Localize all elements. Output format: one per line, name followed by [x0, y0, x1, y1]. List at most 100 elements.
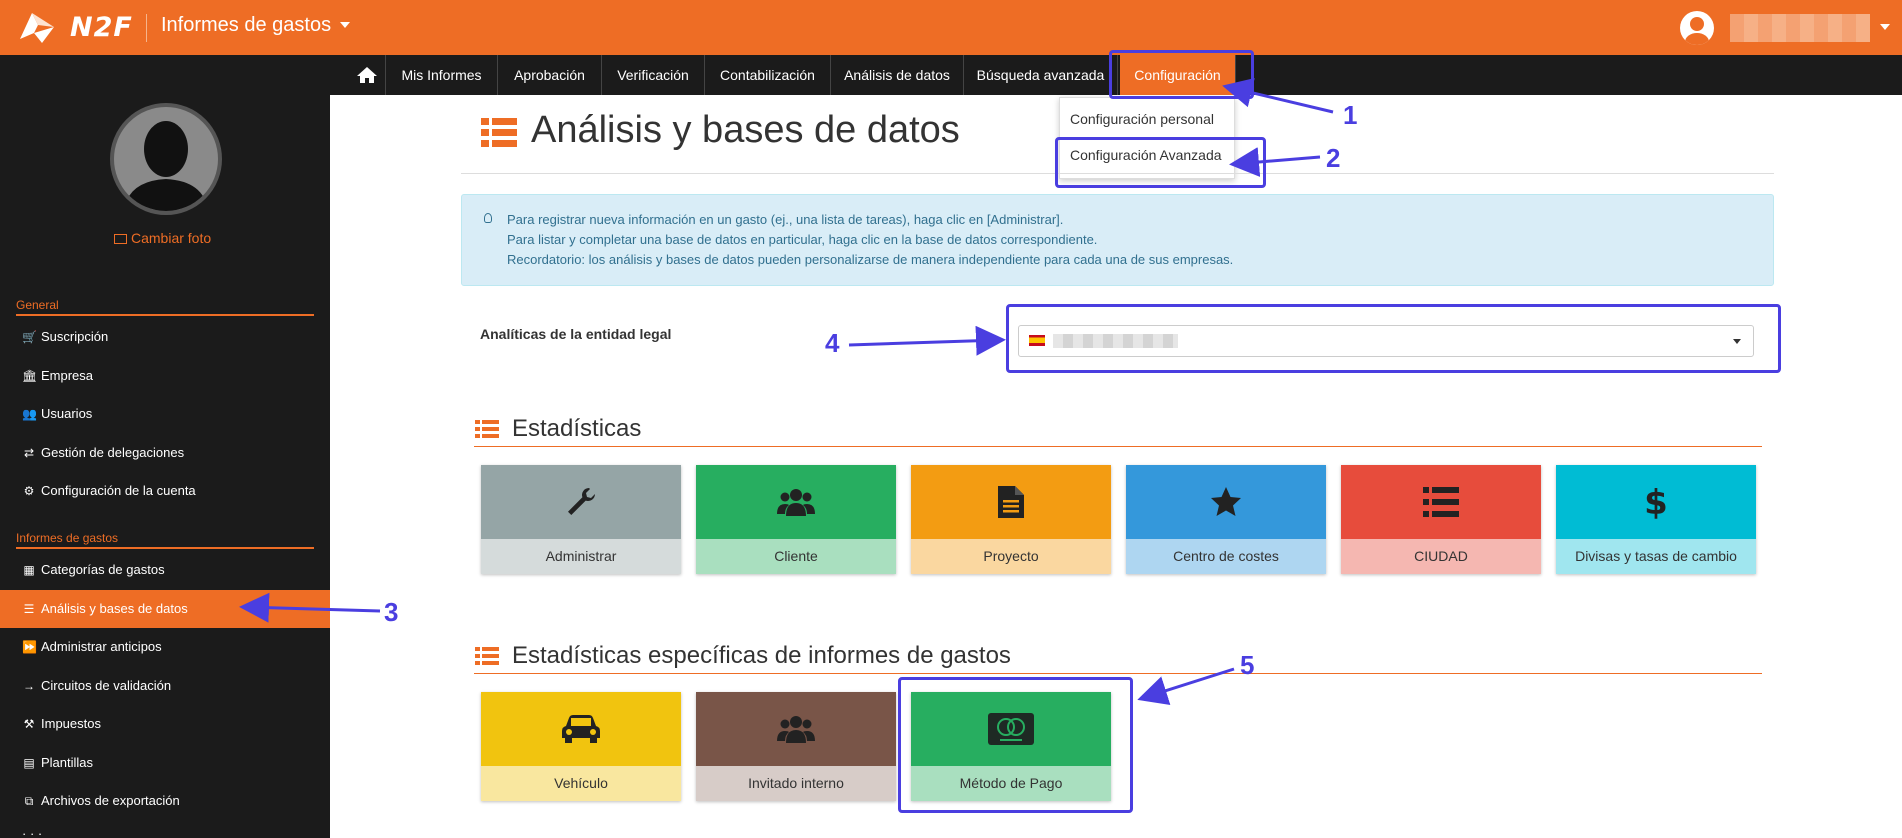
image-icon — [114, 234, 127, 244]
gavel-icon: ⚒ — [23, 717, 35, 731]
sidebar-item-label: Usuarios — [41, 406, 93, 421]
users-icon — [777, 716, 815, 743]
tile-administrar[interactable]: Administrar — [481, 465, 681, 574]
sidebar-item-plantillas[interactable]: ▤ Plantillas — [0, 744, 330, 782]
nav-aprobacion[interactable]: Aprobación — [498, 55, 602, 95]
sidebar-item-delegaciones[interactable]: ⇄ Gestión de delegaciones — [0, 434, 330, 472]
tile-centro-costes[interactable]: Centro de costes — [1126, 465, 1326, 574]
section-title-estadisticas: Estadísticas — [512, 415, 642, 442]
nav-mis-informes[interactable]: Mis Informes — [386, 55, 498, 95]
tile-vehiculo[interactable]: Vehículo — [481, 692, 681, 801]
app-title[interactable]: Informes de gastos — [161, 14, 331, 37]
sidebar-item-empresa[interactable]: 🏛 Empresa — [0, 357, 330, 395]
fast-forward-icon: ⏩ — [22, 640, 37, 654]
annotation-highlight-1 — [1109, 50, 1254, 99]
star-icon — [1211, 487, 1241, 516]
legal-entity-label: Analíticas de la entidad legal — [480, 326, 672, 342]
change-photo-link[interactable]: Cambiar foto — [114, 230, 211, 246]
tile-label: Centro de costes — [1126, 539, 1326, 574]
header-divider — [146, 14, 147, 42]
sidebar-item-cutoff[interactable]: · · · — [22, 826, 162, 838]
annotation-label-5: 5 — [1240, 650, 1255, 680]
nav-contabilizacion[interactable]: Contabilización — [705, 55, 831, 95]
sidebar-item-exportacion[interactable]: ⧉ Archivos de exportación — [0, 782, 330, 820]
user-name-redacted[interactable] — [1730, 14, 1870, 42]
tile-ciudad[interactable]: CIUDAD — [1341, 465, 1541, 574]
document-icon — [998, 486, 1024, 518]
sidebar-item-label: Análisis y bases de datos — [41, 601, 188, 616]
logo-text: N2F — [70, 12, 133, 43]
sidebar-item-label: Administrar anticipos — [41, 639, 162, 654]
info-line-3: Recordatorio: los análisis y bases de da… — [507, 252, 1234, 267]
page-title: Análisis y bases de datos — [531, 109, 960, 151]
info-line-1: Para registrar nueva información en un g… — [507, 212, 1064, 227]
sidebar-item-configuracion-cuenta[interactable]: ⚙ Configuración de la cuenta — [0, 472, 330, 510]
tile-label: Proyecto — [911, 539, 1111, 574]
annotation-label-4: 4 — [825, 328, 840, 358]
list-icon — [1423, 487, 1459, 517]
list-alt-icon: ▤ — [23, 756, 35, 770]
svg-text:$: $ — [1644, 484, 1668, 520]
sidebar-section-divider — [16, 547, 314, 549]
files-icon: ⧉ — [24, 794, 34, 808]
person-silhouette-icon — [124, 121, 208, 211]
sidebar-item-categorias[interactable]: ▦ Categorías de gastos — [0, 551, 330, 589]
sidebar-item-impuestos[interactable]: ⚒ Impuestos — [0, 705, 330, 743]
tile-label: CIUDAD — [1341, 539, 1541, 574]
annotation-highlight-4 — [1006, 304, 1781, 373]
home-button[interactable] — [348, 55, 386, 95]
sidebar-item-suscripcion[interactable]: 🛒 Suscripción — [0, 318, 330, 356]
tile-divisas[interactable]: $ Divisas y tasas de cambio — [1556, 465, 1756, 574]
user-silhouette-icon — [1685, 17, 1709, 45]
section-divider — [474, 673, 1762, 674]
sidebar-item-label: Suscripción — [41, 329, 109, 344]
profile-picture[interactable] — [110, 103, 222, 215]
sidebar-item-label: Plantillas — [41, 755, 94, 770]
tile-top — [696, 692, 896, 766]
tile-cliente[interactable]: Cliente — [696, 465, 896, 574]
section-title-especificas: Estadísticas específicas de informes de … — [512, 642, 1011, 669]
sidebar-item-anticipos[interactable]: ⏩ Administrar anticipos — [0, 628, 330, 666]
handshake-icon: ⇄ — [23, 446, 35, 460]
sidebar-item-label: Archivos de exportación — [41, 793, 180, 808]
users-icon: 👥 — [22, 407, 37, 421]
chevron-down-icon[interactable] — [340, 22, 350, 28]
list-icon — [475, 647, 499, 665]
users-icon — [777, 489, 815, 516]
sidebar-item-label: Empresa — [41, 368, 94, 383]
tile-top — [911, 465, 1111, 539]
section-divider — [474, 446, 1762, 447]
cogs-icon: ⚙ — [23, 484, 35, 498]
dropdown-configuracion-personal[interactable]: Configuración personal — [1070, 111, 1214, 127]
list-icon — [481, 118, 517, 147]
sidebar-item-label: Configuración de la cuenta — [41, 483, 196, 498]
sidebar-item-circuitos[interactable]: → Circuitos de validación — [0, 667, 330, 705]
sidebar-item-usuarios[interactable]: 👥 Usuarios — [0, 395, 330, 433]
tile-proyecto[interactable]: Proyecto — [911, 465, 1111, 574]
sidebar-item-label: Gestión de delegaciones — [41, 445, 185, 460]
grid-icon: ▦ — [23, 563, 35, 577]
annotation-label-2: 2 — [1326, 143, 1341, 173]
sidebar-section-general: General — [16, 298, 59, 312]
tile-invitado-interno[interactable]: Invitado interno — [696, 692, 896, 801]
car-icon — [562, 715, 600, 743]
info-alert: Para registrar nueva información en un g… — [461, 194, 1774, 286]
bank-icon: 🏛 — [22, 369, 38, 383]
change-photo-label: Cambiar foto — [131, 230, 212, 246]
sidebar-item-analisis[interactable]: ☰ Análisis y bases de datos — [0, 590, 330, 628]
tile-top — [1126, 465, 1326, 539]
nav-analisis-datos[interactable]: Análisis de datos — [831, 55, 964, 95]
wrench-icon — [568, 488, 595, 515]
user-menu-chevron-icon[interactable] — [1880, 24, 1890, 30]
sidebar-item-label: Impuestos — [41, 716, 101, 731]
user-avatar[interactable] — [1680, 11, 1714, 45]
tile-label: Divisas y tasas de cambio — [1556, 539, 1756, 574]
tile-top — [481, 692, 681, 766]
nav-busqueda-avanzada[interactable]: Búsqueda avanzada — [964, 55, 1118, 95]
tile-top — [1341, 465, 1541, 539]
sidebar-section-divider — [16, 314, 314, 316]
lightbulb-icon — [484, 213, 492, 223]
nav-verificacion[interactable]: Verificación — [602, 55, 705, 95]
home-icon — [356, 67, 377, 83]
tile-top: $ — [1556, 465, 1756, 539]
